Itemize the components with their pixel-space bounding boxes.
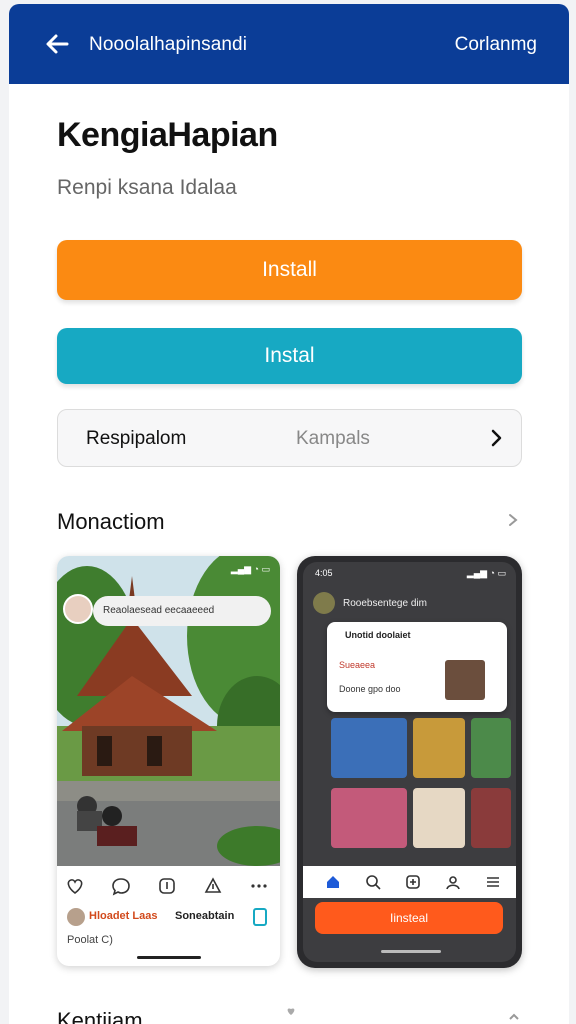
grid-tile[interactable]: [331, 718, 407, 778]
next-section-title: Kentiiam: [57, 1008, 143, 1024]
menu-icon[interactable]: [485, 874, 501, 890]
page-subtitle: Renpi ksana Idalaa: [57, 176, 237, 199]
avatar: [63, 594, 93, 624]
avatar: [313, 592, 335, 614]
author-handle: Soneabtain: [175, 910, 235, 922]
grid-tile[interactable]: [471, 718, 511, 778]
author-name: Hloadet Laas: [89, 910, 158, 922]
section-title: Monactiom: [57, 509, 165, 534]
phone-header-title: Rooebsentege dim: [343, 598, 427, 609]
app-bar: Nooolalhapinsandi Corlanmg: [9, 4, 569, 84]
add-icon[interactable]: [405, 874, 421, 890]
activity-icon[interactable]: [445, 874, 461, 890]
post-author-row[interactable]: Hloadet Laas Soneabtain: [67, 906, 277, 930]
heart-icon[interactable]: [65, 876, 85, 896]
install-cta-button[interactable]: Iinsteal: [315, 902, 503, 934]
phone-badge-icon: [253, 908, 267, 926]
app-bar-action[interactable]: Corlanmg: [455, 34, 537, 56]
notification-card[interactable]: Unotid doolaiet Sueaeea Doone gpo doo: [327, 622, 507, 712]
notification-thumbnail: [445, 660, 485, 700]
section-chevron-icon[interactable]: [505, 512, 521, 528]
phone-time: 4:05: [315, 568, 333, 578]
author-avatar: [67, 908, 85, 926]
home-indicator: [137, 956, 201, 959]
chevron-right-icon: [491, 429, 502, 447]
selector-label: Respipalom: [86, 428, 187, 449]
comment-icon[interactable]: [111, 876, 131, 896]
selector-value: Kampals: [296, 428, 370, 449]
post-meta: Poolat C): [67, 934, 113, 946]
heart-icon: [287, 1008, 295, 1015]
tab-bar: [303, 866, 516, 898]
post-preview-card[interactable]: ▂▄▆ ◔ ▭ Reaolaesead eecaaeeed Hloadet La…: [57, 556, 280, 966]
instal-button[interactable]: Instal: [57, 328, 522, 384]
grid-tile[interactable]: [471, 788, 511, 848]
page-title: KengiaHapian: [57, 116, 278, 154]
install-button[interactable]: Install: [57, 240, 522, 300]
app-bar-title: Nooolalhapinsandi: [89, 34, 248, 55]
status-bar-icons: ▂▄▆ ◔ ▭: [466, 568, 506, 578]
option-selector[interactable]: Respipalom Kampals: [57, 409, 522, 467]
phone-mockup: 4:05 ▂▄▆ ◔ ▭ Rooebsentege dim Unotid doo…: [297, 556, 522, 968]
grid-tile[interactable]: [331, 788, 407, 848]
post-action-bar: [57, 868, 280, 904]
notification-line: Sueaeea: [339, 660, 376, 670]
home-indicator: [381, 950, 441, 953]
grid-tile[interactable]: [413, 788, 465, 848]
app-screen: Nooolalhapinsandi Corlanmg KengiaHapian …: [9, 4, 569, 1024]
grid-tile[interactable]: [413, 718, 465, 778]
share-icon[interactable]: [157, 876, 177, 896]
notification-detail: Doone gpo doo: [339, 684, 401, 694]
back-arrow-icon[interactable]: [43, 30, 71, 58]
notification-title: Unotid doolaiet: [345, 630, 411, 640]
chevron-up-icon[interactable]: [507, 1010, 521, 1024]
phone-header: Rooebsentege dim: [313, 592, 513, 618]
home-icon[interactable]: [325, 874, 341, 890]
post-caption-pill[interactable]: Reaolaesead eecaaeeed: [93, 596, 271, 626]
status-bar-icons: ▂▄▆ ◔ ▭: [230, 564, 270, 574]
send-icon[interactable]: [203, 876, 223, 896]
search-icon[interactable]: [365, 874, 381, 890]
more-icon[interactable]: [249, 876, 269, 896]
phone-screen: 4:05 ▂▄▆ ◔ ▭ Rooebsentege dim Unotid doo…: [303, 562, 516, 962]
